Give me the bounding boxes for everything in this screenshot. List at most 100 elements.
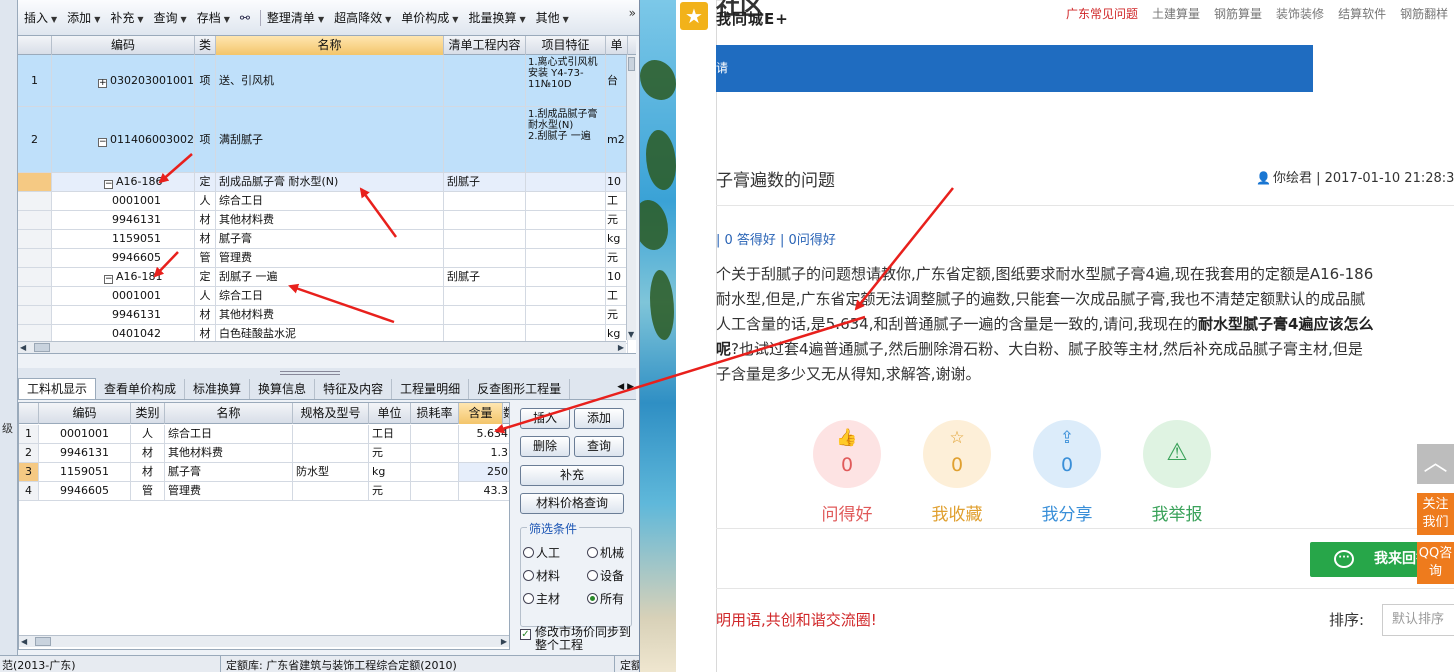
reaction-warning[interactable]: ⚠ 我举报 (1143, 420, 1211, 525)
collapse-icon[interactable]: − (98, 138, 107, 147)
scroll-down-icon[interactable]: ▼ (628, 330, 634, 339)
supplement-button[interactable]: 补充 (520, 465, 624, 486)
add-button[interactable]: 添加 (574, 408, 624, 429)
header-unit[interactable]: 单位 (369, 403, 411, 424)
nav-link[interactable]: 土建算量 (1152, 7, 1200, 21)
nav-link[interactable]: 广东常见问题 (1066, 7, 1138, 21)
tab-feature-content[interactable]: 特征及内容 (315, 379, 393, 399)
header-code[interactable]: 编码 (39, 403, 131, 424)
reaction-share[interactable]: ⇪ 0 我分享 (1033, 420, 1101, 525)
reaction-circle[interactable]: ⇪ 0 (1033, 420, 1101, 488)
toolbar-archive[interactable]: 存档 ▼ (197, 9, 230, 26)
scroll-thumb[interactable] (628, 57, 635, 71)
toolbar-supplement[interactable]: 补充 ▼ (110, 9, 143, 26)
tab-quantity-detail[interactable]: 工程量明细 (392, 379, 470, 399)
scroll-right-icon[interactable]: ▶ (501, 637, 507, 646)
filter-machine-radio[interactable]: 机械 (587, 544, 624, 561)
collapse-icon[interactable]: − (104, 180, 113, 189)
table-row[interactable]: 9946605 管管理费 元 (18, 249, 628, 268)
row-quantity[interactable]: 1.3 (459, 444, 509, 462)
filter-labor-radio[interactable]: 人工 (523, 544, 560, 561)
follow-us-button[interactable]: 关注我们 (1417, 493, 1454, 535)
table-row[interactable]: 0001001 人综合工日 工 (18, 287, 628, 306)
table-row[interactable]: 1 0001001 人综合工日 工日 5.634 (19, 425, 509, 444)
upper-grid-vscroll[interactable]: ▼ (626, 55, 636, 340)
splitter-grip[interactable] (280, 371, 340, 375)
row-quantity[interactable]: 5.634 (459, 425, 509, 443)
insert-button[interactable]: 插入 (520, 408, 570, 429)
row-quantity[interactable]: 43.3 (459, 482, 509, 500)
reaction-circle[interactable]: ⚠ (1143, 420, 1211, 488)
scroll-right-icon[interactable]: ▶ (618, 343, 624, 352)
tab-scroll-icon[interactable]: ◀ ▶ (617, 382, 634, 392)
toolbar-add[interactable]: 添加 ▼ (67, 9, 100, 26)
site-name[interactable]: 我同城E+ (716, 8, 789, 29)
header-content[interactable]: 清单工程内容 (444, 36, 526, 55)
material-grid-hscroll[interactable]: ◀ ▶ (19, 635, 509, 647)
table-row[interactable]: − A16-186 定刮成品腻子膏 耐水型(N) 刮腻子 10 (18, 173, 628, 192)
filter-material-radio[interactable]: 材料 (523, 567, 560, 584)
header-quantity[interactable]: 含量 (459, 403, 503, 424)
reaction-thumbs-up[interactable]: 👍 0 问得好 (813, 420, 881, 525)
header-type[interactable]: 类别 (131, 403, 165, 424)
header-unit[interactable]: 单 (606, 36, 628, 55)
table-row[interactable]: 1 +030203001001 项送、引风机 1.离心式引风机安装 Y4-73-11№… (18, 55, 628, 107)
nav-link[interactable]: 结算软件 (1338, 7, 1386, 21)
expand-icon[interactable]: + (98, 79, 107, 88)
toolbar-high-efficiency[interactable]: 超高降效 ▼ (334, 9, 391, 26)
header-amount[interactable]: 数 (503, 403, 509, 424)
table-row[interactable]: 3 1159051 材腻子膏 防水型 kg 250 (19, 463, 509, 482)
toolbar-other[interactable]: 其他 ▼ (536, 9, 569, 26)
scroll-left-icon[interactable]: ◀ (21, 637, 27, 646)
toolbar-insert[interactable]: 插入 ▼ (24, 9, 57, 26)
tab-standard-conversion[interactable]: 标准换算 (185, 379, 251, 399)
reaction-circle[interactable]: 👍 0 (813, 420, 881, 488)
table-row[interactable]: 4 9946605 管管理费 元 43.3 (19, 482, 509, 501)
table-row[interactable]: 9946131 材其他材料费 元 (18, 306, 628, 325)
header-name[interactable]: 名称 (165, 403, 293, 424)
binoculars-icon[interactable]: ⚯ (240, 11, 250, 25)
table-row[interactable]: − A16-181 定刮腻子 一遍 刮腻子 10 (18, 268, 628, 287)
back-to-top-icon[interactable]: ︿ (1417, 444, 1454, 484)
nav-link[interactable]: 装饰装修 (1276, 7, 1324, 21)
table-row[interactable]: 9946131 材其他材料费 元 (18, 211, 628, 230)
material-price-query-button[interactable]: 材料价格查询 (520, 493, 624, 514)
table-row[interactable]: 2−011406003002 项满刮腻子 1.刮成品腻子膏 耐水型(N) 2.刮腻子 … (18, 107, 628, 173)
delete-button[interactable]: 删除 (520, 436, 570, 457)
filter-equipment-radio[interactable]: 设备 (587, 567, 624, 584)
nav-link[interactable]: 钢筋算量 (1214, 7, 1262, 21)
tab-reverse-graphic[interactable]: 反查图形工程量 (469, 379, 571, 399)
filter-all-radio[interactable]: 所有 (587, 590, 624, 607)
header-feature[interactable]: 项目特征 (526, 36, 606, 55)
pane-splitter[interactable] (18, 368, 636, 378)
tab-unit-price-structure[interactable]: 查看单价构成 (96, 379, 186, 399)
reaction-star[interactable]: ☆ 0 我收藏 (923, 420, 991, 525)
table-row[interactable]: 2 9946131 材其他材料费 元 1.3 (19, 444, 509, 463)
toolbar-batch-convert[interactable]: 批量换算 ▼ (468, 9, 525, 26)
toolbar-query[interactable]: 查询 ▼ (154, 9, 187, 26)
table-row[interactable]: 0001001 人综合工日 工 (18, 192, 628, 211)
tab-material-display[interactable]: 工料机显示 (18, 378, 97, 399)
row-quantity[interactable]: 250 (459, 463, 509, 481)
toolbar-organize-list[interactable]: 整理清单 ▼ (267, 9, 324, 26)
upper-grid-hscroll[interactable]: ◀ ▶ (18, 341, 626, 353)
tab-conversion-info[interactable]: 换算信息 (250, 379, 316, 399)
author-name[interactable]: 你绘君 (1273, 171, 1312, 186)
qq-consult-button[interactable]: QQ咨询 (1417, 542, 1454, 584)
table-row[interactable]: 1159051 材腻子膏 kg (18, 230, 628, 249)
header-type[interactable]: 类别 (195, 36, 216, 71)
header-name[interactable]: 名称 (216, 36, 444, 55)
favorite-star-icon[interactable]: ★ (680, 2, 708, 30)
scroll-thumb[interactable] (35, 637, 51, 646)
header-loss-rate[interactable]: 损耗率 (411, 403, 459, 424)
toolbar-unit-price[interactable]: 单价构成 ▼ (401, 9, 458, 26)
reaction-circle[interactable]: ☆ 0 (923, 420, 991, 488)
sort-select[interactable]: 默认排序 (1382, 604, 1454, 636)
nav-link[interactable]: 钢筋翻样 (1400, 7, 1448, 21)
scroll-thumb[interactable] (34, 343, 50, 352)
collapse-icon[interactable]: − (104, 275, 113, 284)
query-button[interactable]: 查询 (574, 436, 624, 457)
scroll-left-icon[interactable]: ◀ (20, 343, 26, 352)
filter-main-material-radio[interactable]: 主材 (523, 590, 560, 607)
header-code[interactable]: 编码 (52, 36, 195, 55)
